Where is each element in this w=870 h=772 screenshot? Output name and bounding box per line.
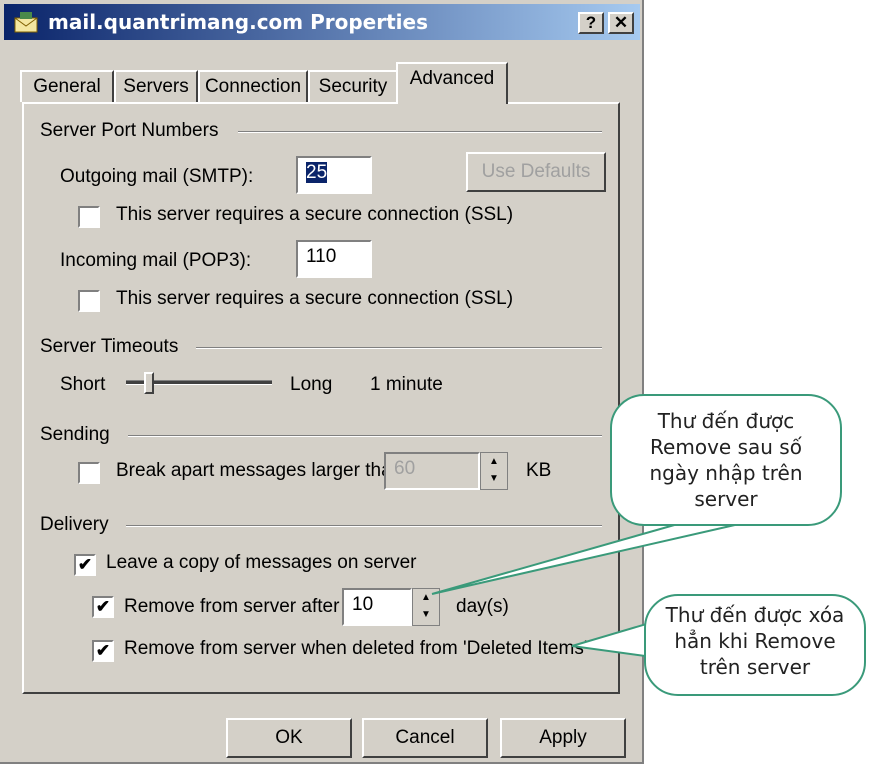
tab-advanced[interactable]: Advanced [396,62,508,104]
group-server-timeouts: Server Timeouts [40,336,179,357]
timeout-long-label: Long [290,374,333,395]
outgoing-port-input[interactable]: 25 [296,156,372,194]
callout-remove-after: Thư đến được Remove sau số ngày nhập trê… [610,394,842,526]
ssl-outgoing-checkbox[interactable] [78,206,100,228]
window-title: mail.quantrimang.com Properties [48,10,428,34]
properties-dialog: mail.quantrimang.com Properties ? ✕ Gene… [0,0,644,764]
break-size-spinner[interactable]: ▲ ▼ [480,452,508,490]
spin-up-icon[interactable]: ▲ [481,453,507,470]
group-server-ports: Server Port Numbers [40,120,219,141]
tab-connection[interactable]: Connection [198,70,308,102]
break-apart-checkbox[interactable] [78,462,100,484]
ssl-incoming-checkbox[interactable] [78,290,100,312]
ssl-incoming-label: This server requires a secure connection… [116,288,514,309]
ok-button[interactable]: OK [226,718,352,758]
tab-general[interactable]: General [20,70,114,102]
remove-days-unit: day(s) [456,596,509,617]
callout-remove-deleted: Thư đến được xóa hẳn khi Remove trên ser… [644,594,866,696]
group-divider [238,131,602,133]
spin-up-icon[interactable]: ▲ [413,589,439,606]
remove-days-input[interactable]: 10 [342,588,412,626]
incoming-port-input[interactable]: 110 [296,240,372,278]
tab-servers[interactable]: Servers [114,70,198,102]
timeout-slider[interactable] [126,372,272,396]
tab-security[interactable]: Security [308,70,398,102]
break-size-unit: KB [526,460,552,481]
mail-account-icon [14,12,38,33]
title-bar: mail.quantrimang.com Properties ? ✕ [4,4,640,40]
break-size-input[interactable]: 60 [384,452,480,490]
group-delivery: Delivery [40,514,109,535]
remove-deleted-label: Remove from server when deleted from 'De… [124,638,588,659]
timeout-value: 1 minute [370,374,443,395]
remove-after-checkbox[interactable]: ✔ [92,596,114,618]
group-divider [128,435,602,437]
outgoing-label: Outgoing mail (SMTP): [60,166,254,187]
remove-deleted-checkbox[interactable]: ✔ [92,640,114,662]
incoming-label: Incoming mail (POP3): [60,250,252,271]
apply-button[interactable]: Apply [500,718,626,758]
spin-down-icon[interactable]: ▼ [413,606,439,623]
leave-copy-checkbox[interactable]: ✔ [74,554,96,576]
group-divider [196,347,602,349]
group-sending: Sending [40,424,110,445]
group-divider [126,525,602,527]
outgoing-port-value: 25 [306,162,328,183]
remove-days-spinner[interactable]: ▲ ▼ [412,588,440,626]
leave-copy-label: Leave a copy of messages on server [106,552,417,573]
close-button[interactable]: ✕ [608,12,634,34]
use-defaults-button[interactable]: Use Defaults [466,152,606,192]
spin-down-icon[interactable]: ▼ [481,470,507,487]
help-button[interactable]: ? [578,12,604,34]
cancel-button[interactable]: Cancel [362,718,488,758]
ssl-outgoing-label: This server requires a secure connection… [116,204,514,225]
break-apart-label: Break apart messages larger than [116,460,403,481]
timeout-short-label: Short [60,374,106,395]
remove-after-label: Remove from server after [124,596,340,617]
slider-thumb[interactable] [144,372,154,394]
